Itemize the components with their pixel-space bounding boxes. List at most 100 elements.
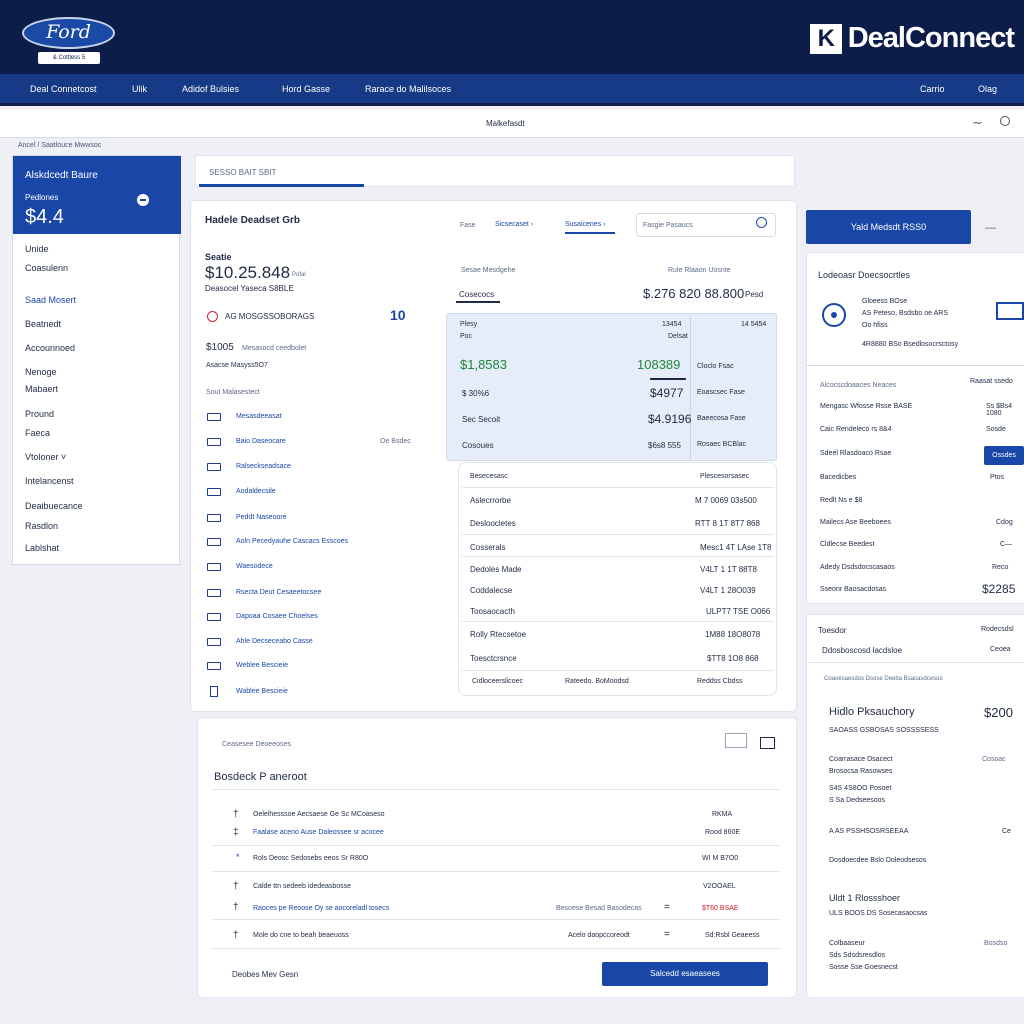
list-item-4[interactable]: Peddt Naseoore bbox=[236, 514, 287, 521]
brand-logo[interactable]: K DealConnect bbox=[809, 22, 1015, 55]
detail-row-3-value: V4LT 1 1T 88T8 bbox=[700, 565, 757, 574]
sidebar-item-unide[interactable]: Unide bbox=[25, 244, 49, 254]
payment-row-0-icon: † bbox=[233, 809, 239, 820]
history-sub-title: Uldt 1 Rlossshoer bbox=[829, 893, 901, 903]
list-item-0[interactable]: Mesasdeeasat bbox=[236, 413, 282, 420]
payment-row-2-label[interactable]: Rols Deosc Sedosebs eeos Sr R80O bbox=[253, 855, 368, 862]
sidebar-item-saad-mosert[interactable]: Saad Mosert bbox=[25, 295, 76, 305]
info-line-2: Oo hfiss bbox=[862, 322, 888, 329]
tab-label[interactable]: SESSO BAIT SBIT bbox=[209, 168, 276, 177]
sidebar-item-beatnedt[interactable]: Beatnedt bbox=[25, 319, 61, 329]
alert-badge[interactable]: 10 bbox=[390, 307, 406, 323]
summary-col-1: 13454 bbox=[662, 321, 682, 328]
history-item-1: Brosocsa Rasowses bbox=[829, 768, 893, 775]
list-item-8[interactable]: Dapoaa Cosaee Choelses bbox=[236, 613, 318, 620]
primary-action-button[interactable]: Yald Medsdt RSS0 bbox=[806, 210, 971, 244]
list-item-6[interactable]: Waesodece bbox=[236, 563, 273, 570]
sidebar-value: $4.4 bbox=[25, 206, 64, 228]
toggle-icon[interactable] bbox=[137, 194, 149, 206]
summary-tab[interactable]: Cosecocs bbox=[459, 290, 494, 299]
document-icon[interactable] bbox=[725, 733, 747, 748]
chart-icon bbox=[207, 638, 221, 646]
history-item-right: Cosoac bbox=[982, 756, 1006, 763]
submit-button[interactable]: Salcedd esaeasees bbox=[602, 962, 768, 986]
right-row-3-label: Bacedicbes bbox=[820, 474, 857, 481]
payment-row-5-label[interactable]: Mole do cne to beah beaeuoss bbox=[253, 932, 349, 939]
detail-row-4-value: V4LT 1 28O039 bbox=[700, 586, 756, 595]
logo-subtitle: & Cottless 5 bbox=[38, 52, 100, 64]
circle-icon[interactable] bbox=[1000, 116, 1010, 126]
history-item-4: A AS PSSHSOSRSEEAA bbox=[829, 828, 909, 835]
list-item-1[interactable]: Baio Daseocare bbox=[236, 438, 286, 445]
minimize-icon[interactable]: ∼ bbox=[972, 115, 983, 131]
history-line: Coaoesaesdos Dsose Deeba Bsacasdcesuo bbox=[824, 676, 943, 682]
sidebar-item-lablshat[interactable]: Lablshat bbox=[25, 543, 59, 553]
nav-item-ulik[interactable]: Ulik bbox=[132, 84, 147, 94]
sidebar-item-rasdlon[interactable]: Rasdlon bbox=[25, 521, 58, 531]
history-item-0: Coarrasace Dsacect bbox=[829, 756, 893, 763]
doc-icon bbox=[207, 413, 221, 421]
nav-item-olag[interactable]: Olag bbox=[978, 84, 997, 94]
nav-item-malilsoces[interactable]: Rarace do Malilsoces bbox=[365, 84, 451, 94]
list-item-2[interactable]: Ralseckseadsace bbox=[236, 463, 291, 470]
summary-tab-underline bbox=[456, 301, 500, 303]
list-item-5[interactable]: Aoln Pecedyauhe Cascacs Esscoes bbox=[236, 538, 348, 545]
payment-row-4-label[interactable]: Raoces pe Reoose Oy se aocoreladl tosecs bbox=[253, 905, 389, 912]
summary-total: $.276 820 88.800 bbox=[643, 286, 745, 301]
ford-logo[interactable]: Ford bbox=[22, 17, 115, 49]
payment-row-4-value: $T60 BSAE bbox=[702, 905, 739, 912]
toolbar-title: Malkefasdt bbox=[486, 119, 525, 128]
payment-row-3-value: V2OOAEL bbox=[703, 883, 736, 890]
history-title-sub: SAOASS GSBOSAS SOSSSSESS bbox=[829, 727, 939, 734]
search-icon[interactable] bbox=[756, 217, 767, 228]
main-nav: Deal Connetcost Ulik Adidof Bulsies Hord… bbox=[0, 74, 1024, 106]
tab-active-indicator bbox=[199, 184, 364, 187]
list-item-9[interactable]: Ahle Decseceabo Casse bbox=[236, 638, 313, 645]
filter-sicsecaset[interactable]: Sicsecaset › bbox=[495, 221, 533, 228]
detail-row-4-label: Coddalecse bbox=[470, 586, 513, 595]
sidebar-item-coasulenn[interactable]: Coasulenn bbox=[25, 263, 68, 273]
sidebar-item-accounnoed[interactable]: Accounnoed bbox=[25, 343, 75, 353]
tab-bar: SESSO BAIT SBIT bbox=[195, 155, 795, 187]
list-item-3[interactable]: Aodaldecsile bbox=[236, 488, 276, 495]
brand-name: DealConnect bbox=[847, 22, 1015, 54]
detail-row-2-label: Cosserals bbox=[470, 543, 506, 552]
equals-icon-2: = bbox=[664, 929, 670, 940]
nav-item-hord[interactable]: Hord Gasse bbox=[282, 84, 330, 94]
detail-row-7-value: $TT8 1O8 868 bbox=[707, 654, 759, 663]
filter-susaicenes[interactable]: Susaicenes › bbox=[565, 221, 605, 228]
more-icon[interactable]: — bbox=[985, 222, 996, 234]
nav-item-deal-connect[interactable]: Deal Connetcost bbox=[30, 84, 97, 94]
payment-divider-2 bbox=[212, 871, 780, 872]
sidebar-item-deaibuecance[interactable]: Deaibuecance bbox=[25, 501, 83, 511]
list-item-7[interactable]: Rsecta Deut Cesaeetocsee bbox=[236, 589, 321, 596]
list-item-11[interactable]: Wablee Bescieie bbox=[236, 688, 288, 695]
search-input[interactable]: Fasgie Pasaucs bbox=[636, 213, 776, 237]
nav-item-bulsies[interactable]: Adidof Bulsies bbox=[182, 84, 239, 94]
sidebar-item-nenoge[interactable]: Nenoge bbox=[25, 367, 57, 377]
right-row-2-button[interactable]: Ossdes bbox=[984, 446, 1024, 465]
sidebar-item-vtoloner[interactable]: Vtoloner ˅ bbox=[25, 452, 66, 462]
brand-mark-icon: K bbox=[809, 23, 842, 54]
sidebar-item-faeca[interactable]: Faeca bbox=[25, 428, 50, 438]
history-item-2: S4S 4S8OO Posoet bbox=[829, 785, 892, 792]
sidebar-item-intelancenst[interactable]: Intelancenst bbox=[25, 476, 74, 486]
sidebar-item-vtoloner-label: Vtoloner bbox=[25, 452, 59, 462]
nav-item-carrio[interactable]: Carrio bbox=[920, 84, 945, 94]
payment-row-3-label[interactable]: Calde ttn sedeeb idedeasbosse bbox=[253, 883, 351, 890]
filter-fase[interactable]: Fase bbox=[460, 222, 476, 229]
detail-row-1-value: RTT 8 1T 8T7 868 bbox=[695, 519, 760, 528]
payment-row-0-label[interactable]: Oelelhesssoe Aecsaese Ge Sc MCoaseso bbox=[253, 811, 385, 818]
list-item-10[interactable]: Weblee Bescieie bbox=[236, 662, 288, 669]
list-header: Sout Malasestect bbox=[206, 389, 260, 396]
summary-row-2-a: Sec Secoit bbox=[462, 415, 501, 424]
history-bottom-1: Sds Sdsdsresdlos bbox=[829, 952, 886, 959]
right-row-0-label: Mengasc Wfosse Rsse BASE bbox=[820, 403, 913, 410]
sidebar-item-mabaert[interactable]: Mabaert bbox=[25, 384, 58, 394]
alert-icon bbox=[207, 311, 218, 322]
payment-row-1-label[interactable]: Faalase aceno Ause Daleossee sr acocee bbox=[253, 829, 384, 836]
metric-label: Seatie bbox=[205, 252, 232, 262]
grid-icon[interactable] bbox=[760, 737, 775, 749]
toggle-badge[interactable] bbox=[996, 302, 1024, 320]
sidebar-item-pround[interactable]: Pround bbox=[25, 409, 54, 419]
